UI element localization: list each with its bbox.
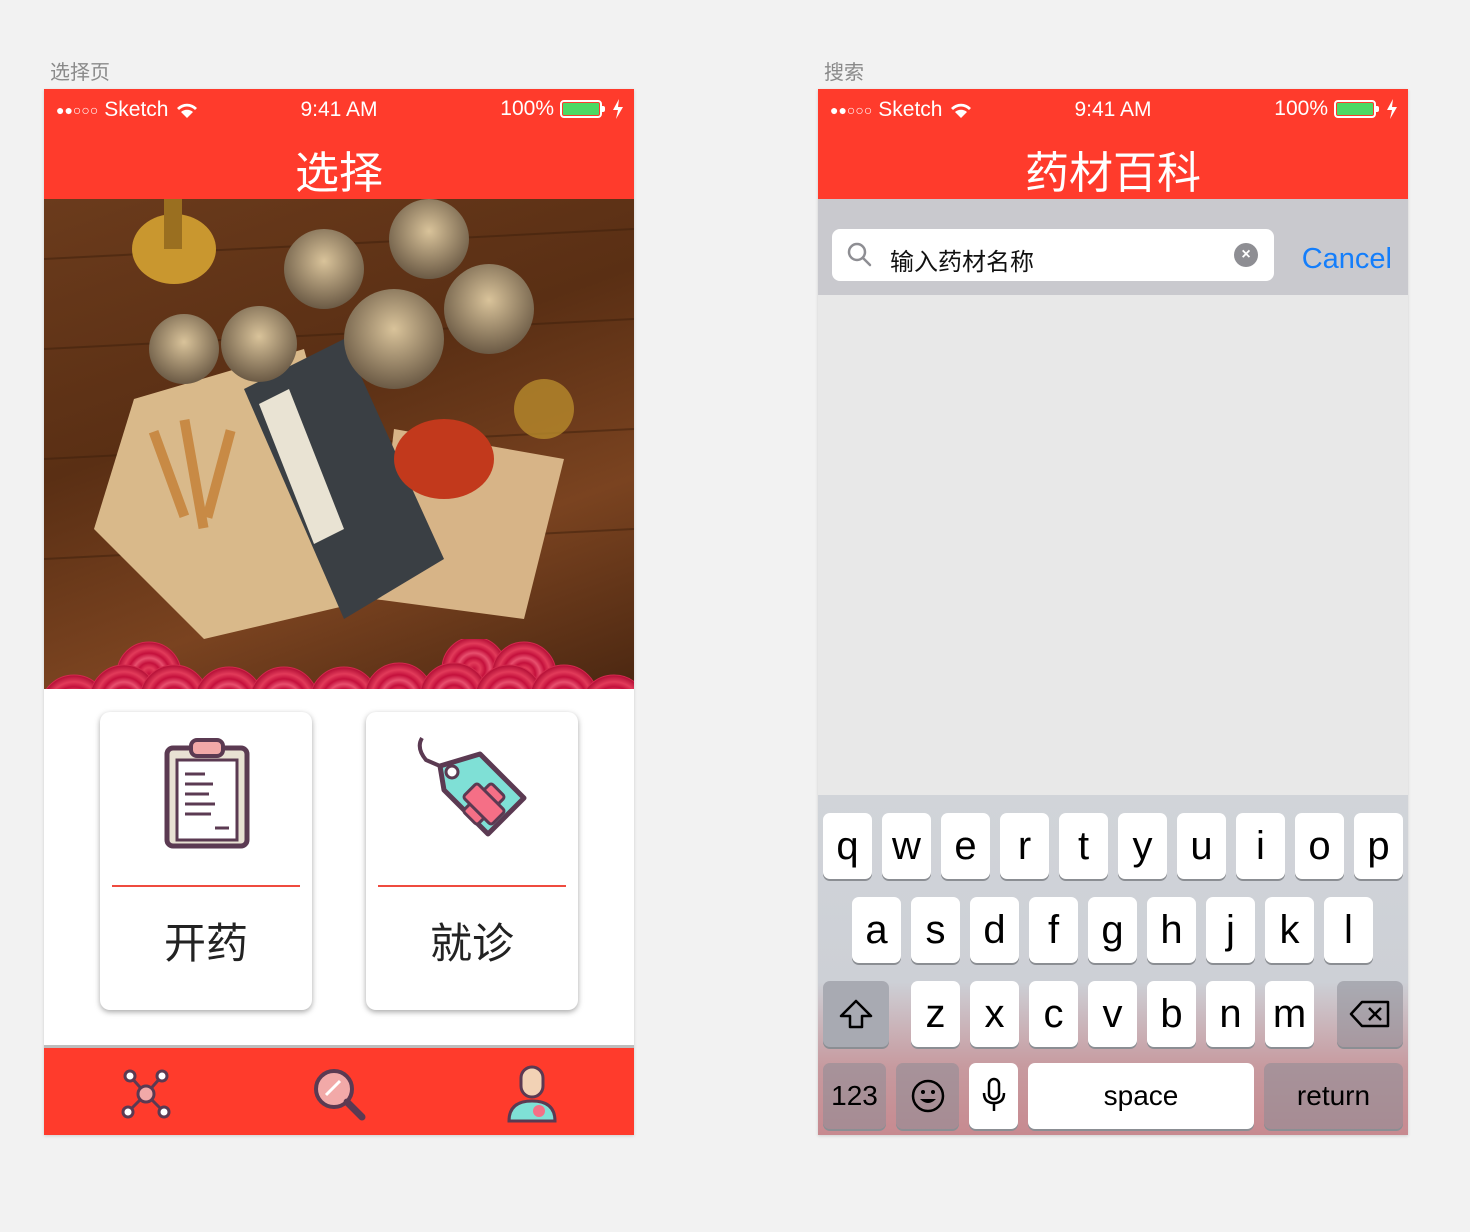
clipboard-icon <box>164 738 250 849</box>
key-t[interactable]: t <box>1059 813 1108 879</box>
key-w[interactable]: w <box>882 813 931 879</box>
key-l[interactable]: l <box>1324 897 1373 963</box>
key-c[interactable]: c <box>1029 981 1078 1047</box>
shift-icon <box>839 999 873 1029</box>
key-x[interactable]: x <box>970 981 1019 1047</box>
prescribe-label: 开药 <box>163 919 248 968</box>
page-title: 药材百科 <box>1025 148 1201 199</box>
card-divider <box>378 885 566 887</box>
key-u[interactable]: u <box>1177 813 1226 879</box>
delete-key[interactable] <box>1337 981 1403 1047</box>
search-input[interactable]: 输入药材名称 × <box>832 229 1274 281</box>
keyboard: q w e r t y u i o p a s d f g h j k l z … <box>818 795 1408 1135</box>
search-icon <box>847 242 872 267</box>
emoji-icon <box>911 1079 944 1113</box>
status-bar: ●●○○○ Sketch 9:41 AM 100% <box>818 89 1408 129</box>
bolt-icon <box>613 99 623 119</box>
bolt-icon <box>1387 99 1397 119</box>
microphone-icon <box>982 1077 1005 1111</box>
numbers-key[interactable]: 123 <box>823 1063 886 1129</box>
card-divider <box>112 885 300 887</box>
battery-icon <box>1334 100 1379 118</box>
key-r[interactable]: r <box>1000 813 1049 879</box>
status-bar: ●●○○○ Sketch 9:41 AM 100% <box>44 89 634 129</box>
key-v[interactable]: v <box>1088 981 1137 1047</box>
visit-card[interactable]: 就诊 <box>366 712 578 1010</box>
key-m[interactable]: m <box>1265 981 1314 1047</box>
key-f[interactable]: f <box>1029 897 1078 963</box>
tab-search[interactable] <box>307 1062 371 1126</box>
key-a[interactable]: a <box>852 897 901 963</box>
artboard-label-search: 搜索 <box>824 60 864 84</box>
visit-label: 就诊 <box>429 919 514 968</box>
return-key[interactable]: return <box>1264 1063 1403 1129</box>
tab-profile[interactable] <box>500 1062 564 1126</box>
key-n[interactable]: n <box>1206 981 1255 1047</box>
prescribe-card[interactable]: 开药 <box>100 712 312 1010</box>
dictation-key[interactable] <box>969 1063 1018 1129</box>
key-g[interactable]: g <box>1088 897 1137 963</box>
artboard-label-choose: 选择页 <box>50 60 110 84</box>
magnifier-icon <box>314 1069 366 1121</box>
battery-percent: 100% <box>1274 97 1328 120</box>
decorative-waves <box>45 639 634 689</box>
key-z[interactable]: z <box>911 981 960 1047</box>
herbal-medicine-photo <box>44 199 634 689</box>
battery-percent: 100% <box>500 97 554 120</box>
key-e[interactable]: e <box>941 813 990 879</box>
cancel-button[interactable]: Cancel <box>1302 243 1392 276</box>
key-o[interactable]: o <box>1295 813 1344 879</box>
choose-screen: ●●○○○ Sketch 9:41 AM 100% 选择 开药 就诊 <box>44 89 634 1135</box>
network-icon <box>121 1069 171 1119</box>
doctor-icon <box>507 1065 557 1123</box>
key-b[interactable]: b <box>1147 981 1196 1047</box>
key-i[interactable]: i <box>1236 813 1285 879</box>
key-s[interactable]: s <box>911 897 960 963</box>
navigation-bar: ●●○○○ Sketch 9:41 AM 100% 药材百科 <box>818 89 1408 199</box>
clear-icon[interactable]: × <box>1234 243 1258 267</box>
battery-icon <box>560 100 605 118</box>
search-bar: 输入药材名称 × Cancel <box>818 199 1408 295</box>
search-screen: ●●○○○ Sketch 9:41 AM 100% 药材百科 输入药材名称 × … <box>818 89 1408 1135</box>
key-p[interactable]: p <box>1354 813 1403 879</box>
navigation-bar: ●●○○○ Sketch 9:41 AM 100% 选择 <box>44 89 634 199</box>
key-q[interactable]: q <box>823 813 872 879</box>
space-key[interactable]: space <box>1028 1063 1254 1129</box>
key-h[interactable]: h <box>1147 897 1196 963</box>
backspace-icon <box>1349 1000 1390 1028</box>
key-j[interactable]: j <box>1206 897 1255 963</box>
search-results-area <box>818 295 1408 795</box>
key-y[interactable]: y <box>1118 813 1167 879</box>
page-title: 选择 <box>295 148 383 199</box>
tab-bar <box>44 1045 634 1135</box>
key-k[interactable]: k <box>1265 897 1314 963</box>
shift-key[interactable] <box>823 981 889 1047</box>
tab-network[interactable] <box>114 1062 178 1126</box>
search-input-value: 输入药材名称 <box>890 248 1034 276</box>
emoji-key[interactable] <box>896 1063 959 1129</box>
medical-tag-icon <box>417 736 527 837</box>
key-d[interactable]: d <box>970 897 1019 963</box>
